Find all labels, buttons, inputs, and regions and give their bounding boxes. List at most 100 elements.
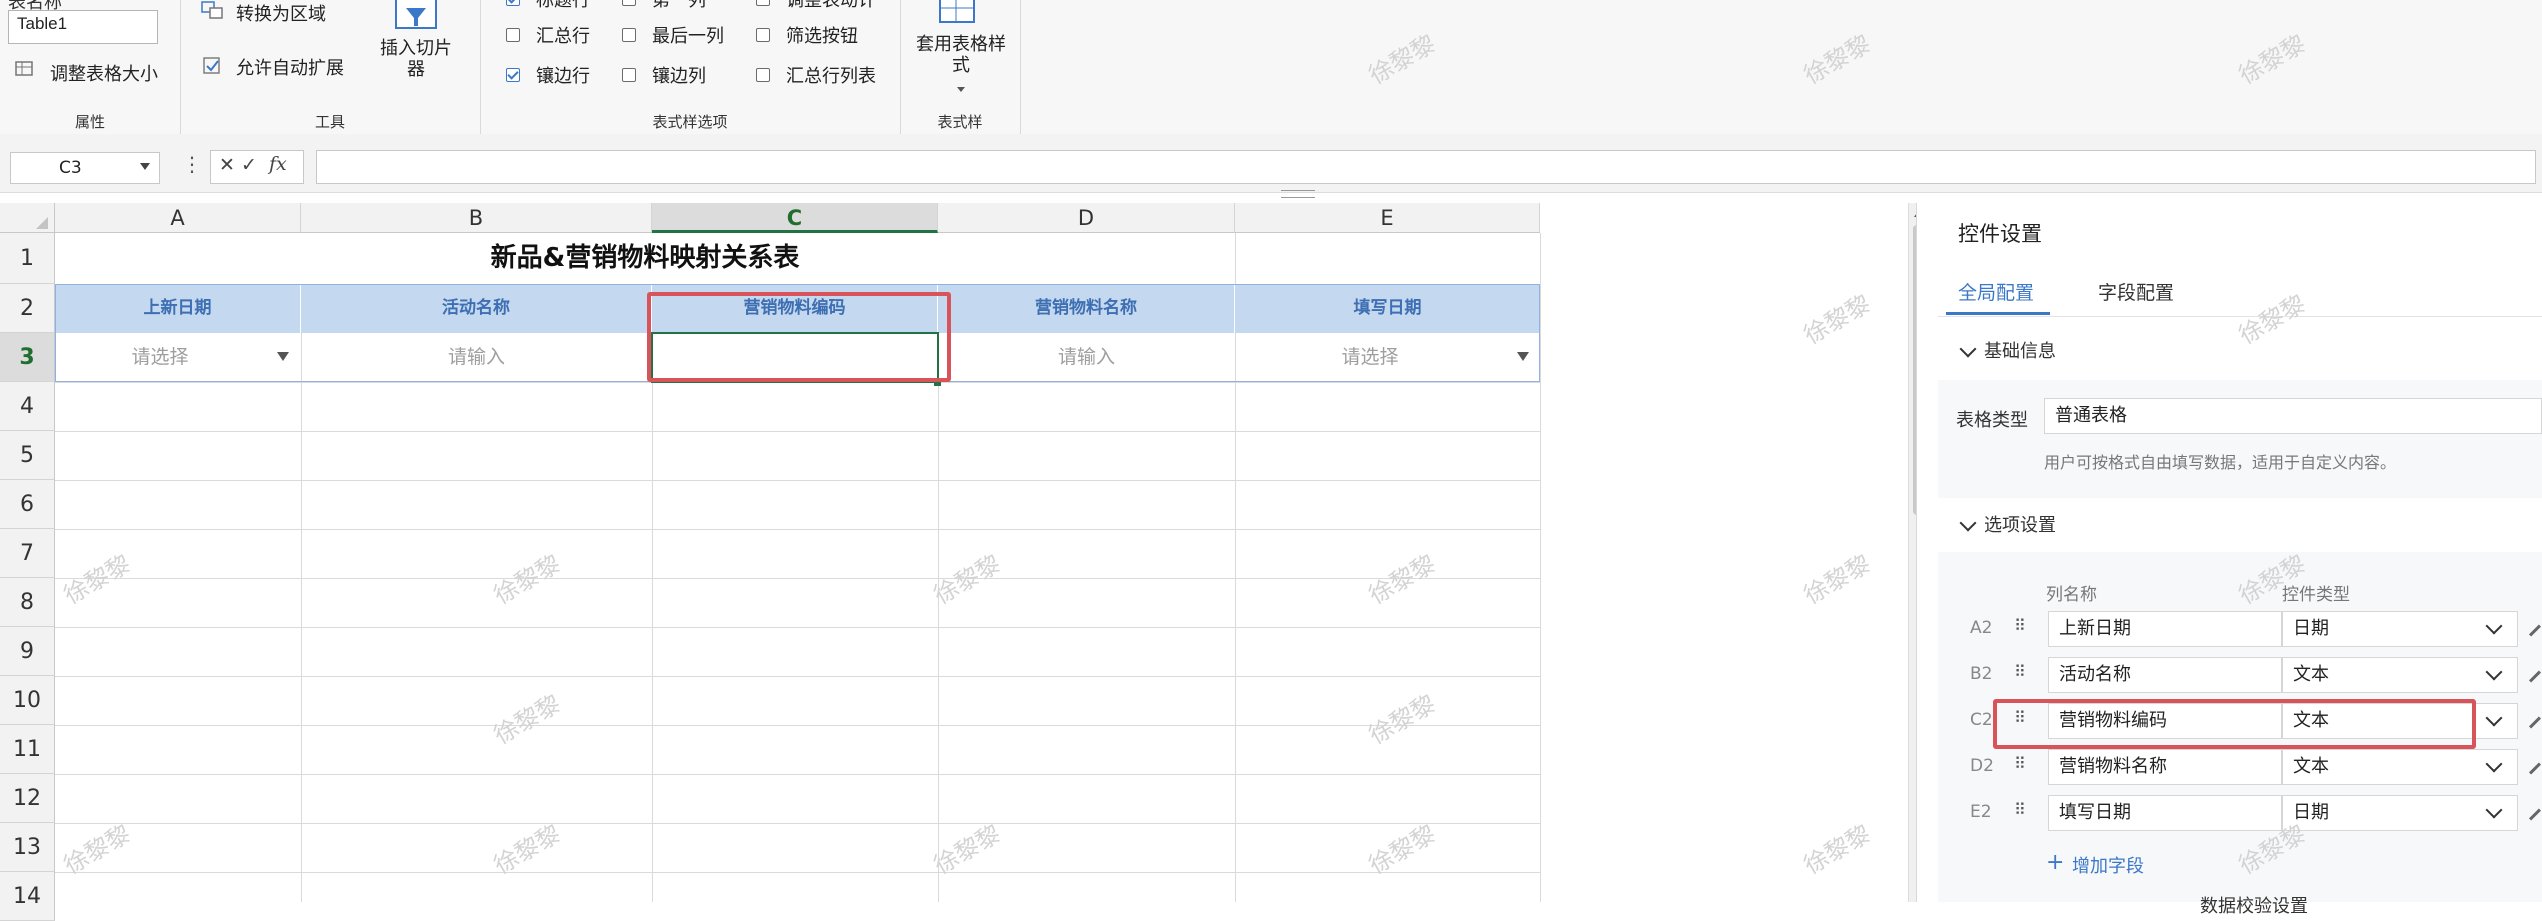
group-label-table-style: 表式样	[937, 113, 983, 131]
field-name-input[interactable]: 营销物料名称	[2048, 749, 2282, 785]
field-type-select[interactable]: 文本	[2282, 749, 2518, 785]
row-header-13[interactable]: 13	[0, 823, 55, 872]
fx-icon[interactable]: fx	[269, 153, 287, 175]
formula-input[interactable]	[316, 150, 2536, 184]
dropdown-arrow-icon[interactable]	[277, 352, 289, 361]
column-header-c[interactable]: C	[652, 203, 938, 233]
cancel-icon[interactable]: ✕	[219, 154, 235, 176]
row-header-5[interactable]: 5	[0, 431, 55, 480]
highlight-annotation	[647, 292, 951, 382]
drag-handle-icon[interactable]: ⠿	[2014, 662, 2026, 681]
drag-handle-icon[interactable]: ⠿	[2014, 616, 2026, 635]
banded-rows-label: 镶边行	[536, 66, 590, 87]
name-box[interactable]: C3	[10, 152, 160, 184]
select-all-corner[interactable]	[0, 203, 55, 233]
watermark: 徐黎黎	[59, 819, 136, 880]
convert-to-range-button[interactable]: 转换为区域	[236, 0, 326, 26]
section-option-settings[interactable]: 选项设置	[1984, 511, 2056, 537]
group-label-style-options: 表式样选项	[652, 113, 728, 131]
row-header-6[interactable]: 6	[0, 480, 55, 529]
grid-line	[55, 431, 1540, 432]
resize-table-button[interactable]: 调整表格大小	[50, 60, 158, 86]
grid-line	[55, 872, 1540, 873]
grid-line	[55, 774, 1540, 775]
plus-icon[interactable]: +	[2046, 850, 2064, 875]
row-header-7[interactable]: 7	[0, 529, 55, 578]
row-header-12[interactable]: 12	[0, 774, 55, 823]
field-name-input[interactable]: 填写日期	[2048, 795, 2282, 831]
watermark: 徐黎黎	[1364, 819, 1441, 880]
tab-field-config[interactable]: 字段配置	[2098, 278, 2174, 305]
cell-a3[interactable]: 请选择	[55, 333, 265, 382]
first-column-checkbox[interactable]	[622, 0, 636, 6]
drag-handle-icon[interactable]: ⠿	[2014, 754, 2026, 773]
filter-button-checkbox[interactable]	[756, 28, 770, 42]
name-box-dropdown-icon[interactable]	[140, 163, 150, 170]
table-name-input[interactable]: Table1	[8, 10, 158, 44]
cell-b3[interactable]: 请输入	[301, 333, 652, 382]
field-cell-ref: A2	[1970, 618, 1993, 638]
total-row-list-checkbox[interactable]	[756, 68, 770, 82]
panel-title: 控件设置	[1958, 222, 2042, 246]
total-row-checkbox[interactable]	[506, 28, 520, 42]
section-basic-info[interactable]: 基础信息	[1984, 337, 2056, 363]
cell-e3[interactable]: 请选择	[1235, 333, 1505, 382]
tab-global-config[interactable]: 全局配置	[1958, 278, 2034, 305]
row-header-10[interactable]: 10	[0, 676, 55, 725]
row-header-2[interactable]: 2	[0, 284, 55, 333]
total-row-label: 汇总行	[536, 26, 590, 47]
watermark: 徐黎黎	[1799, 289, 1876, 350]
grid-line	[938, 333, 939, 902]
confirm-icon[interactable]: ✓	[241, 154, 257, 176]
table-title[interactable]: 新品&营销物料映射关系表	[55, 233, 1235, 284]
row-header-8[interactable]: 8	[0, 578, 55, 627]
grid-line	[55, 480, 1540, 481]
column-header-e[interactable]: E	[1235, 203, 1540, 233]
header-row-checkbox[interactable]	[506, 0, 520, 6]
grid-line	[55, 823, 1540, 824]
column-header-d[interactable]: D	[938, 203, 1235, 233]
cell-d3[interactable]: 请输入	[938, 333, 1235, 382]
reorder-checkbox[interactable]	[756, 0, 770, 6]
table-type-label: 表格类型	[1956, 410, 2028, 431]
row-header-3[interactable]: 3	[0, 333, 55, 382]
watermark: 徐黎黎	[1799, 819, 1876, 880]
field-type-select[interactable]: 日期	[2282, 611, 2518, 647]
table-type-select[interactable]: 普通表格	[2044, 398, 2542, 434]
dropdown-arrow-icon[interactable]	[1517, 352, 1529, 361]
watermark: 徐黎黎	[1364, 689, 1441, 750]
field-type-select[interactable]: 日期	[2282, 795, 2518, 831]
reorder-label: 调整表动计	[786, 0, 876, 11]
auto-expand-icon	[202, 56, 222, 76]
resize-handle[interactable]	[1281, 190, 1315, 198]
field-cell-ref: B2	[1970, 664, 1993, 684]
group-divider	[1020, 0, 1021, 134]
row-header-1[interactable]: 1	[0, 233, 55, 284]
column-header-a[interactable]: A	[55, 203, 301, 233]
banded-columns-checkbox[interactable]	[622, 68, 636, 82]
column-header-b[interactable]: B	[301, 203, 652, 233]
grid-line	[1540, 233, 1541, 902]
row-header-9[interactable]: 9	[0, 627, 55, 676]
field-name-input[interactable]: 上新日期	[2048, 611, 2282, 647]
field-type-select[interactable]: 文本	[2282, 657, 2518, 693]
add-field-button[interactable]: 增加字段	[2072, 852, 2144, 878]
last-column-checkbox[interactable]	[622, 28, 636, 42]
row-header-11[interactable]: 11	[0, 725, 55, 774]
row-header-4[interactable]: 4	[0, 382, 55, 431]
row-header-14[interactable]: 14	[0, 872, 55, 921]
grid-line	[55, 627, 1540, 628]
apply-table-style-button[interactable]: 套用表格样式	[916, 34, 1006, 76]
drag-handle-icon[interactable]: ⠿	[2014, 800, 2026, 819]
allow-auto-expand-button[interactable]: 允许自动扩展	[236, 54, 344, 80]
grid-line	[301, 333, 302, 902]
insert-slicer-button[interactable]: 插入切片器	[376, 38, 456, 80]
banded-columns-label: 镶边列	[652, 66, 706, 87]
grid-line	[652, 333, 653, 902]
field-cell-ref: E2	[1970, 802, 1992, 822]
banded-rows-checkbox[interactable]	[506, 68, 520, 82]
more-options-icon[interactable]: ⋮	[182, 152, 202, 176]
field-name-input[interactable]: 活动名称	[2048, 657, 2282, 693]
watermark: 徐黎黎	[1799, 549, 1876, 610]
grid-line	[55, 725, 1540, 726]
